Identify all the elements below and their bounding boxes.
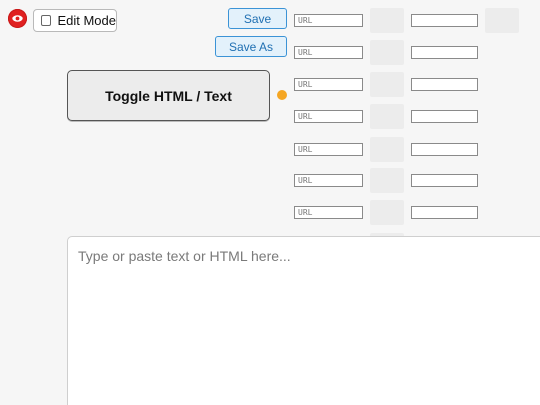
- row-action-cell-1[interactable]: [370, 8, 404, 33]
- text-field-5[interactable]: [411, 143, 478, 156]
- row-action-cell-6[interactable]: [370, 168, 404, 193]
- text-field-2[interactable]: [411, 46, 478, 59]
- url-input-3[interactable]: URL: [294, 78, 363, 91]
- edit-mode-toggle[interactable]: Edit Mode: [33, 9, 117, 32]
- save-as-button[interactable]: Save As: [215, 36, 287, 57]
- row-action-cell-2[interactable]: [370, 40, 404, 65]
- url-input-5[interactable]: URL: [294, 143, 363, 156]
- url-input-7[interactable]: URL: [294, 206, 363, 219]
- row-action-cell-3[interactable]: [370, 72, 404, 97]
- edit-mode-label: Edit Mode: [57, 13, 116, 28]
- status-indicator-dot: [277, 90, 287, 100]
- toggle-html-text-button[interactable]: Toggle HTML / Text: [67, 70, 270, 121]
- url-input-1[interactable]: URL: [294, 14, 363, 27]
- url-input-2[interactable]: URL: [294, 46, 363, 59]
- html-text-editor[interactable]: Type or paste text or HTML here...: [67, 236, 540, 405]
- row-action-cell-4[interactable]: [370, 104, 404, 129]
- url-input-6[interactable]: URL: [294, 174, 363, 187]
- row-action-cell-5[interactable]: [370, 137, 404, 162]
- eye-logo-button[interactable]: [8, 9, 27, 28]
- text-field-4[interactable]: [411, 110, 478, 123]
- edit-mode-checkbox[interactable]: [41, 15, 52, 26]
- eye-icon: [11, 12, 24, 25]
- text-field-3[interactable]: [411, 78, 478, 91]
- text-field-1[interactable]: [411, 14, 478, 27]
- extra-action-cell[interactable]: [485, 8, 519, 33]
- text-field-7[interactable]: [411, 206, 478, 219]
- text-field-6[interactable]: [411, 174, 478, 187]
- editor-placeholder: Type or paste text or HTML here...: [78, 248, 291, 264]
- save-button[interactable]: Save: [228, 8, 287, 29]
- row-action-cell-7[interactable]: [370, 200, 404, 225]
- url-input-4[interactable]: URL: [294, 110, 363, 123]
- app-window: Edit Mode Save Save As Toggle HTML / Tex…: [0, 0, 540, 405]
